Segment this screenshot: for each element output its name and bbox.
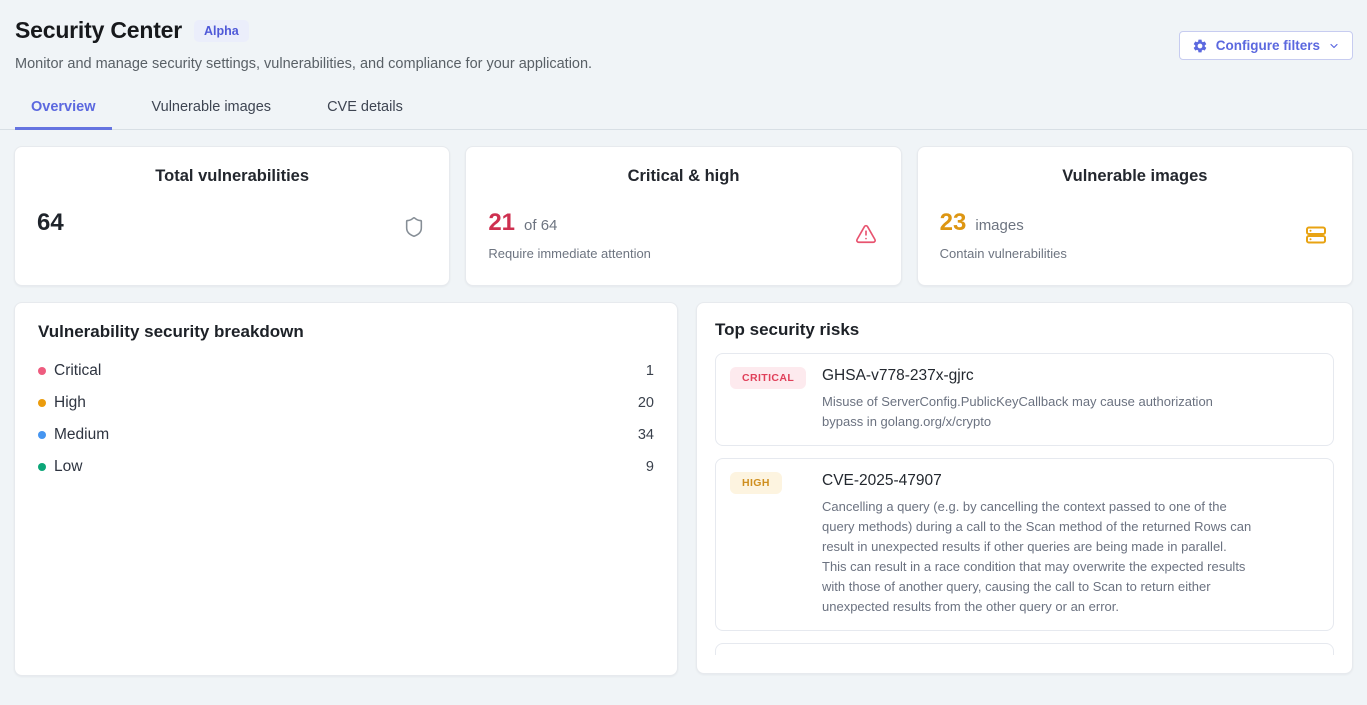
top-risks-title: Top security risks bbox=[715, 320, 1334, 340]
stat-card-title: Vulnerable images bbox=[940, 167, 1330, 186]
critical-dot-icon bbox=[38, 367, 46, 375]
breakdown-row-medium: Medium 34 bbox=[38, 419, 654, 451]
tab-vulnerable-images[interactable]: Vulnerable images bbox=[136, 91, 288, 130]
risk-description: Misuse of ServerConfig.PublicKeyCallback… bbox=[822, 392, 1252, 432]
chevron-down-icon bbox=[1328, 40, 1340, 52]
risk-id: CVE-2025-47907 bbox=[822, 472, 1252, 490]
stat-card-critical-high: Critical & high 21 of 64 Require immedia… bbox=[465, 146, 901, 286]
risk-list: CRITICAL GHSA-v778-237x-gjrc Misuse of S… bbox=[715, 353, 1334, 655]
high-dot-icon bbox=[38, 399, 46, 407]
breakdown-label: Medium bbox=[54, 426, 109, 444]
risk-item-cve-2025-47907[interactable]: HIGH CVE-2025-47907 Cancelling a query (… bbox=[715, 458, 1334, 631]
severity-column: CRITICAL bbox=[730, 367, 822, 432]
gear-icon bbox=[1192, 38, 1208, 54]
panels-row: Vulnerability security breakdown Critica… bbox=[14, 302, 1353, 676]
risk-content: GHSA-v778-237x-gjrc Misuse of ServerConf… bbox=[822, 367, 1252, 432]
breakdown-label: High bbox=[54, 394, 86, 412]
breakdown-row-high: High 20 bbox=[38, 387, 654, 419]
stat-card-total-vulnerabilities: Total vulnerabilities 64 bbox=[14, 146, 450, 286]
stat-value: 64 bbox=[37, 209, 64, 237]
breakdown-rows: Critical 1 High 20 Medium 34 Low 9 bbox=[38, 355, 654, 483]
stat-value: 21 bbox=[488, 209, 515, 237]
risk-item-ghsa-v778-237x-gjrc[interactable]: CRITICAL GHSA-v778-237x-gjrc Misuse of S… bbox=[715, 353, 1334, 446]
medium-dot-icon bbox=[38, 431, 46, 439]
breakdown-title: Vulnerability security breakdown bbox=[38, 322, 654, 342]
stat-suffix: of 64 bbox=[524, 217, 557, 234]
tab-cve-details[interactable]: CVE details bbox=[311, 91, 419, 130]
breakdown-value: 20 bbox=[638, 395, 654, 411]
alert-triangle-icon bbox=[855, 223, 877, 245]
page-subtitle: Monitor and manage security settings, vu… bbox=[15, 56, 1353, 72]
breakdown-value: 1 bbox=[646, 363, 654, 379]
alpha-badge: Alpha bbox=[194, 20, 249, 42]
risk-item-cve-2025-9086[interactable]: HIGH CVE-2025-9086 bbox=[715, 643, 1334, 655]
breakdown-row-critical: Critical 1 bbox=[38, 355, 654, 387]
severity-badge: HIGH bbox=[730, 472, 782, 494]
page-header: Security Center Alpha Monitor and manage… bbox=[0, 0, 1367, 72]
stat-card-title: Critical & high bbox=[488, 167, 878, 186]
stat-value: 23 bbox=[940, 209, 967, 237]
breakdown-value: 34 bbox=[638, 427, 654, 443]
shield-icon bbox=[403, 216, 425, 238]
server-icon bbox=[1304, 223, 1328, 247]
stat-description: Require immediate attention bbox=[488, 246, 878, 261]
breakdown-value: 9 bbox=[646, 459, 654, 475]
stat-card-title: Total vulnerabilities bbox=[37, 167, 427, 186]
tabs-bar: Overview Vulnerable images CVE details bbox=[0, 91, 1367, 130]
stat-suffix: images bbox=[975, 217, 1023, 234]
top-security-risks-panel: Top security risks CRITICAL GHSA-v778-23… bbox=[696, 302, 1353, 674]
configure-filters-button[interactable]: Configure filters bbox=[1179, 31, 1353, 60]
vulnerability-breakdown-panel: Vulnerability security breakdown Critica… bbox=[14, 302, 678, 676]
tab-overview[interactable]: Overview bbox=[15, 91, 112, 130]
severity-column: HIGH bbox=[730, 472, 822, 617]
risk-content: CVE-2025-47907 Cancelling a query (e.g. … bbox=[822, 472, 1252, 617]
breakdown-row-low: Low 9 bbox=[38, 451, 654, 483]
low-dot-icon bbox=[38, 463, 46, 471]
breakdown-label: Critical bbox=[54, 362, 101, 380]
stat-description: Contain vulnerabilities bbox=[940, 246, 1330, 261]
stat-cards-row: Total vulnerabilities 64 Critical & high… bbox=[14, 146, 1353, 286]
risk-description: Cancelling a query (e.g. by cancelling t… bbox=[822, 497, 1252, 617]
risk-id: GHSA-v778-237x-gjrc bbox=[822, 367, 1252, 385]
stat-card-vulnerable-images: Vulnerable images 23 images Contain vuln… bbox=[917, 146, 1353, 286]
breakdown-label: Low bbox=[54, 458, 82, 476]
severity-badge: CRITICAL bbox=[730, 367, 806, 389]
page-title: Security Center bbox=[15, 17, 182, 44]
title-row: Security Center Alpha bbox=[15, 17, 1353, 44]
configure-filters-label: Configure filters bbox=[1216, 38, 1320, 53]
